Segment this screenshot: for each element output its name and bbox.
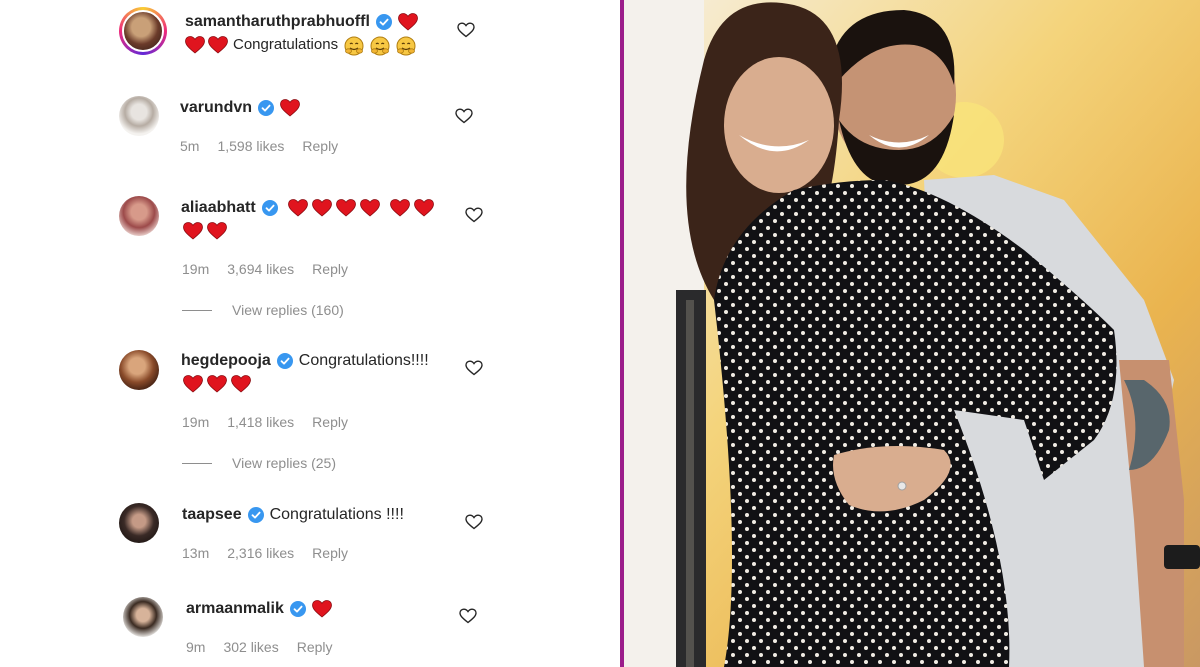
like-count[interactable]: 1,418 likes <box>227 414 294 430</box>
verified-badge-icon <box>247 507 264 523</box>
red-heart-emoji <box>413 199 434 217</box>
reply-button[interactable]: Reply <box>312 414 348 430</box>
red-heart-emoji <box>185 36 205 54</box>
heart-outline-icon[interactable] <box>465 207 483 223</box>
avatar[interactable] <box>119 503 159 543</box>
red-heart-emoji <box>231 375 251 393</box>
hugging-face-emoji <box>370 36 390 56</box>
avatar[interactable] <box>119 196 159 236</box>
avatar[interactable] <box>119 96 159 136</box>
red-heart-emoji <box>311 600 332 618</box>
comment-text: Congratulations!!!! <box>298 352 429 369</box>
replies-divider <box>182 462 212 464</box>
heart-outline-icon[interactable] <box>455 108 473 124</box>
heart-emoji-group <box>311 600 332 618</box>
view-replies-button[interactable]: View replies (160) <box>182 302 344 318</box>
hugging-face-emoji <box>344 36 364 56</box>
comments-panel: samantharuthprabhuoffl Congratulations v… <box>0 0 620 667</box>
comment-text: Congratulations !!!! <box>269 506 404 523</box>
hugging-face-emoji <box>396 36 416 56</box>
username[interactable]: aliaabhatt <box>181 199 256 217</box>
username[interactable]: armaanmalik <box>186 600 284 618</box>
red-heart-emoji <box>359 199 380 217</box>
username[interactable]: taapsee <box>182 506 242 524</box>
red-heart-emoji <box>208 36 228 54</box>
like-count[interactable]: 1,598 likes <box>217 138 284 154</box>
heart-outline-icon[interactable] <box>465 360 483 376</box>
red-heart-emoji <box>280 99 300 117</box>
red-heart-emoji <box>287 199 308 217</box>
like-count[interactable]: 3,694 likes <box>227 261 294 277</box>
username[interactable]: varundvn <box>180 99 252 117</box>
heart-outline-icon[interactable] <box>465 514 483 530</box>
red-heart-emoji <box>335 199 356 217</box>
reply-button[interactable]: Reply <box>312 261 348 277</box>
username[interactable]: samantharuthprabhuoffl <box>185 13 370 31</box>
reply-button[interactable]: Reply <box>312 545 348 561</box>
reply-button[interactable]: Reply <box>302 138 338 154</box>
red-heart-emoji <box>207 375 227 393</box>
reply-button[interactable]: Reply <box>297 639 333 655</box>
like-count[interactable]: 2,316 likes <box>227 545 294 561</box>
verified-badge-icon <box>375 14 392 30</box>
heart-emoji-group <box>287 199 434 217</box>
avatar[interactable] <box>119 350 159 390</box>
couple-photo <box>624 0 1200 667</box>
avatar[interactable] <box>123 597 163 637</box>
comment-time: 5m <box>180 138 200 154</box>
avatar[interactable] <box>119 7 167 55</box>
heart-outline-icon[interactable] <box>457 22 475 38</box>
comment-time: 19m <box>182 261 210 277</box>
heart-emoji-group <box>280 99 300 117</box>
view-replies-button[interactable]: View replies (25) <box>182 455 336 471</box>
view-replies-label: View replies (25) <box>232 455 337 471</box>
username[interactable]: hegdepooja <box>181 352 271 370</box>
red-heart-emoji <box>207 222 227 240</box>
comment-time: 9m <box>186 639 206 655</box>
red-heart-emoji <box>311 199 332 217</box>
red-heart-emoji <box>397 13 418 31</box>
verified-badge-icon <box>261 200 278 216</box>
comment-time: 19m <box>182 414 210 430</box>
photo-illustration <box>624 0 1200 667</box>
red-heart-emoji <box>183 222 203 240</box>
view-replies-label: View replies (160) <box>232 302 344 318</box>
comment-text: Congratulations <box>233 36 339 53</box>
red-heart-emoji <box>183 375 203 393</box>
verified-badge-icon <box>289 601 306 617</box>
replies-divider <box>182 309 212 311</box>
comment-time: 13m <box>182 545 210 561</box>
verified-badge-icon <box>276 353 293 369</box>
verified-badge-icon <box>258 100 275 116</box>
heart-outline-icon[interactable] <box>459 608 477 624</box>
red-heart-emoji <box>389 199 410 217</box>
heart-emoji-group <box>397 13 418 31</box>
like-count[interactable]: 302 likes <box>223 639 278 655</box>
